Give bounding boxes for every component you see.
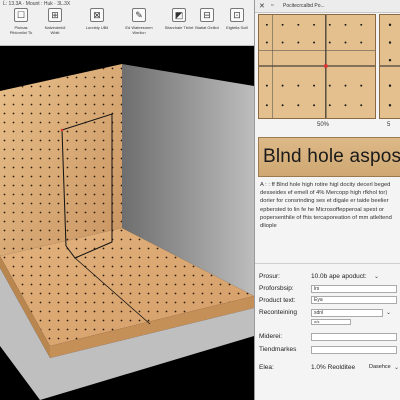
toolbar-button-label: Lunnbly UBii — [85, 25, 109, 30]
toolbar-button-1[interactable]: ☐ Pluinas Pibiomlini Tk — [6, 8, 36, 44]
close-icon[interactable]: ✕ — [259, 2, 265, 10]
toolbar-button-label: Eigtetla Sciil — [226, 25, 248, 30]
grid-icon: ⊞ — [48, 8, 62, 22]
settings-icon: ⊡ — [230, 8, 244, 22]
toolbar-button-6[interactable]: ⊟ Biatiat Geiliot — [192, 8, 222, 44]
banner-title: Blnd hole aspost — [263, 146, 400, 167]
proforsbsip-field[interactable]: lrs — [311, 285, 397, 293]
prop-value-elea: 1.0% Reolditee — [311, 364, 356, 371]
prop-label-reconteining: Reconteining — [259, 309, 297, 316]
panel-titlebar: ✕ ▫ Pocitecrcalbd Po... — [255, 0, 400, 13]
chevron-down-icon[interactable]: ⌄ — [374, 273, 379, 280]
reconteining-field[interactable]: sdnl — [311, 309, 383, 317]
table-icon: ⊟ — [200, 8, 214, 22]
feature-banner: Blnd hole aspost — [258, 137, 400, 177]
preview-thumbnail-side[interactable] — [379, 14, 400, 119]
panel-title: Pocitecrcalbd Po... — [283, 3, 325, 9]
reconteining-sub-field[interactable]: o/s — [311, 319, 351, 325]
edit-icon: ✎ — [132, 8, 146, 22]
prop-label-tiendmarkes: Tiendmarkes — [259, 346, 297, 353]
thumbnail-caption-right: 5 — [387, 122, 391, 128]
toolbar-button-5[interactable]: ◩ Sitarchale Tb/iet — [164, 8, 194, 44]
prop-label-miderei: Miderei: — [259, 333, 283, 340]
toolbar-button-label: Biatiat Geiliot — [195, 25, 219, 30]
toolbar-button-7[interactable]: ⊡ Eigtetla Sciil — [222, 8, 252, 44]
properties-panel: ✕ ▫ Pocitecrcalbd Po... 50% 5 Blnd hole … — [254, 0, 400, 400]
pegboard-render — [0, 46, 254, 400]
layout-icon: ◩ — [172, 8, 186, 22]
main-toolbar: Ĺ: 13.3A · Mount : Huk · 3L.3X ☐ Pluinas… — [0, 0, 254, 46]
tiendmarkes-field[interactable] — [311, 346, 397, 354]
thumbnail-caption-left: 50% — [317, 122, 330, 128]
toolbar-button-2[interactable]: ⊞ Nalvindmidl Wbiti — [40, 8, 70, 44]
preview-thumbnail-main[interactable] — [258, 14, 376, 119]
prop-label-proforsbsip: Proforsbsip: — [259, 285, 294, 292]
toolbar-button-label: Ed Wateesnem Werlicn — [125, 25, 153, 35]
toolbar-button-4[interactable]: ✎ Ed Wateesnem Werlicn — [124, 8, 154, 44]
toolbar-title: Ĺ: 13.3A · Mount : Huk · 3L.3X — [3, 1, 71, 7]
document-icon: ☐ — [14, 8, 28, 22]
divider — [255, 263, 400, 264]
toolbar-button-label: Sitarchale Tb/iet — [164, 25, 194, 30]
description-text: A : : ff Blnd hole high rotire higl doci… — [260, 182, 392, 230]
elea-field[interactable]: Dasehce — [369, 364, 391, 370]
3d-viewport[interactable] — [0, 46, 254, 400]
toolbar-button-3[interactable]: ⊠ Lunnbly UBii — [82, 8, 112, 44]
box-icon: ⊠ — [90, 8, 104, 22]
toolbar-button-label: Pluinas Pibiomlini Tk — [9, 25, 33, 35]
product-text-field[interactable]: Eya — [311, 296, 397, 304]
toolbar-button-label: Nalvindmidl Wbiti — [44, 25, 66, 35]
prop-label-elea: Elea: — [259, 364, 274, 371]
prop-label-product: Prosur: — [259, 273, 280, 280]
miderei-field[interactable] — [311, 333, 397, 341]
pin-icon[interactable]: ▫ — [271, 2, 273, 9]
chevron-down-icon[interactable]: ⌄ — [394, 364, 399, 371]
prop-value-product: 10.0b ape apoduct: — [311, 273, 367, 280]
chevron-down-icon[interactable]: ⌄ — [386, 309, 391, 316]
prop-label-product-text: Product text: — [259, 297, 296, 304]
